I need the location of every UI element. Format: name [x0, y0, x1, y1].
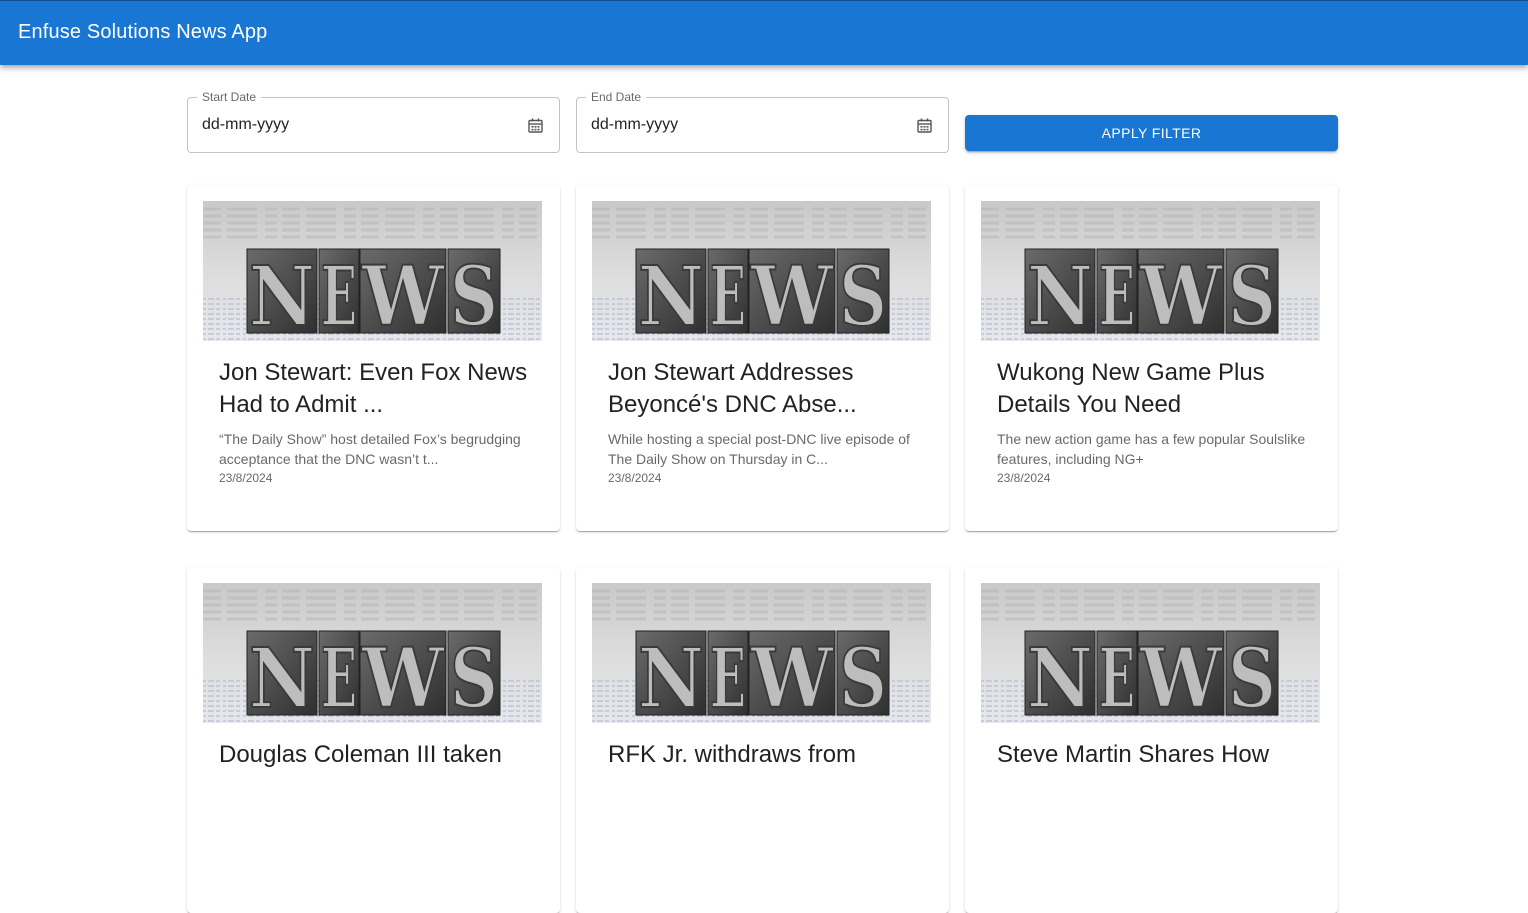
news-image-letter: W — [750, 249, 835, 341]
news-image-letter: N — [638, 631, 704, 723]
news-card[interactable]: N E W S Wukong New Game Plus Details You Nee… — [965, 185, 1338, 531]
news-image-letter: S — [450, 249, 498, 341]
news-card-media: NEWS — [981, 583, 1320, 723]
news-image: NEWS — [981, 583, 1320, 723]
news-card[interactable]: N E W S RFK Jr. withdraws from — [576, 567, 949, 913]
news-image-letter: S — [839, 249, 887, 341]
news-image: NEWS — [203, 201, 542, 341]
news-card[interactable]: N E W S Jon Stewart Addresses Beyoncé's DNC … — [576, 185, 949, 531]
end-date-field[interactable]: End Date dd-mm-yyyy — [576, 90, 949, 153]
news-image-letter: N — [249, 631, 315, 723]
news-card-media: NEWS — [203, 583, 542, 723]
news-card-title: Wukong New Game Plus Details You Need — [997, 359, 1265, 418]
news-card-title: Jon Stewart: Even Fox News Had to Admit … — [219, 359, 528, 418]
news-card-description: The new action game has a few popular So… — [997, 431, 1306, 467]
start-date-value[interactable]: dd-mm-yyyy — [202, 116, 289, 134]
news-image-letter: W — [1139, 631, 1224, 723]
start-date-label: Start Date — [197, 90, 262, 104]
news-image: NEWS — [592, 201, 931, 341]
news-card-media: NEWS — [203, 201, 542, 341]
news-card-title: Jon Stewart Addresses Beyoncé's DNC Abse… — [608, 359, 857, 418]
news-image-letter: N — [249, 249, 315, 341]
news-image-letter: E — [321, 631, 357, 723]
news-card[interactable]: N E W S Jon Stewart: Even Fox News Had to Ad… — [187, 185, 560, 531]
news-image-letter: W — [361, 249, 446, 341]
news-card-description: “The Daily Show” host detailed Fox’s beg… — [219, 431, 521, 467]
news-image-letter: N — [638, 249, 704, 341]
news-image: NEWS — [203, 583, 542, 723]
news-card-date: 23/8/2024 — [219, 471, 273, 485]
news-card-media: NEWS — [592, 201, 931, 341]
app-bar: Enfuse Solutions News App — [0, 0, 1528, 65]
news-image-letter: S — [839, 631, 887, 723]
news-image-letter: E — [1099, 249, 1135, 341]
news-image-letter: S — [450, 631, 498, 723]
news-image-letter: W — [1139, 249, 1224, 341]
start-date-field[interactable]: Start Date dd-mm-yyyy — [187, 90, 560, 153]
news-image-letter: E — [710, 631, 746, 723]
end-date-value[interactable]: dd-mm-yyyy — [591, 116, 678, 134]
news-card-date: 23/8/2024 — [608, 471, 662, 485]
news-image-letter: E — [1099, 631, 1135, 723]
news-card-date: 23/8/2024 — [997, 471, 1051, 485]
news-card[interactable]: N E W S Douglas Coleman III taken — [187, 567, 560, 913]
news-card-description: While hosting a special post-DNC live ep… — [608, 431, 910, 467]
news-card-media: NEWS — [981, 201, 1320, 341]
news-image-letter: S — [1228, 631, 1276, 723]
news-image: NEWS — [981, 201, 1320, 341]
news-card-media: NEWS — [592, 583, 931, 723]
news-image-letter: W — [361, 631, 446, 723]
calendar-icon[interactable] — [528, 118, 543, 133]
news-image-letter: W — [750, 631, 835, 723]
news-image-letter: S — [1228, 249, 1276, 341]
end-date-label: End Date — [586, 90, 647, 104]
news-image-letter: E — [710, 249, 746, 341]
news-image: NEWS — [592, 583, 931, 723]
news-card-title: Steve Martin Shares How — [997, 741, 1270, 768]
news-image-letter: E — [321, 249, 357, 341]
news-card-title: Douglas Coleman III taken — [219, 741, 502, 768]
app-title: Enfuse Solutions News App — [18, 21, 268, 43]
calendar-icon[interactable] — [917, 118, 932, 133]
news-image-letter: N — [1027, 631, 1093, 723]
news-image-letter: N — [1027, 249, 1093, 341]
news-card[interactable]: N E W S Steve Martin Shares How — [965, 567, 1338, 913]
news-card-title: RFK Jr. withdraws from — [608, 741, 857, 768]
apply-filter-button[interactable]: APPLY FILTER — [965, 115, 1338, 151]
